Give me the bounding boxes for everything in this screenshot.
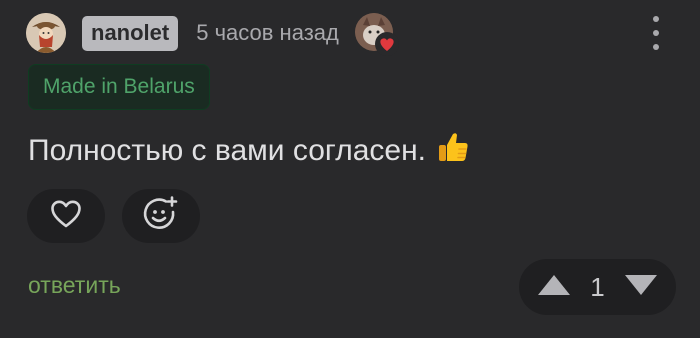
comment-text: Полностью с вами согласен. [28, 134, 426, 167]
arrow-up-icon[interactable] [537, 274, 571, 301]
comment-timestamp: 5 часов назад [196, 20, 339, 45]
add-reaction-button[interactable] [122, 189, 200, 243]
vote-count: 1 [590, 271, 605, 302]
like-reaction-button[interactable] [27, 189, 105, 243]
vote-widget: 1 [519, 259, 676, 315]
community-badge[interactable]: Made in Belarus [28, 64, 210, 110]
comment-card: nanolet 5 часов назад Made in Belarus По… [0, 0, 700, 338]
reply-link[interactable]: ответить [28, 272, 121, 299]
user-avatar[interactable] [26, 13, 66, 53]
more-vertical-icon[interactable] [646, 16, 666, 50]
comment-body: Полностью с вами согласен. [28, 130, 470, 172]
arrow-down-icon[interactable] [624, 274, 658, 301]
heart-award-icon [374, 32, 399, 56]
add-emoji-icon [141, 195, 181, 238]
heart-outline-icon [50, 199, 82, 234]
comment-header: nanolet 5 часов назад [26, 12, 674, 56]
award-badge[interactable] [354, 13, 399, 56]
username-badge[interactable]: nanolet [82, 15, 179, 51]
thumbs-up-emoji [436, 130, 470, 172]
